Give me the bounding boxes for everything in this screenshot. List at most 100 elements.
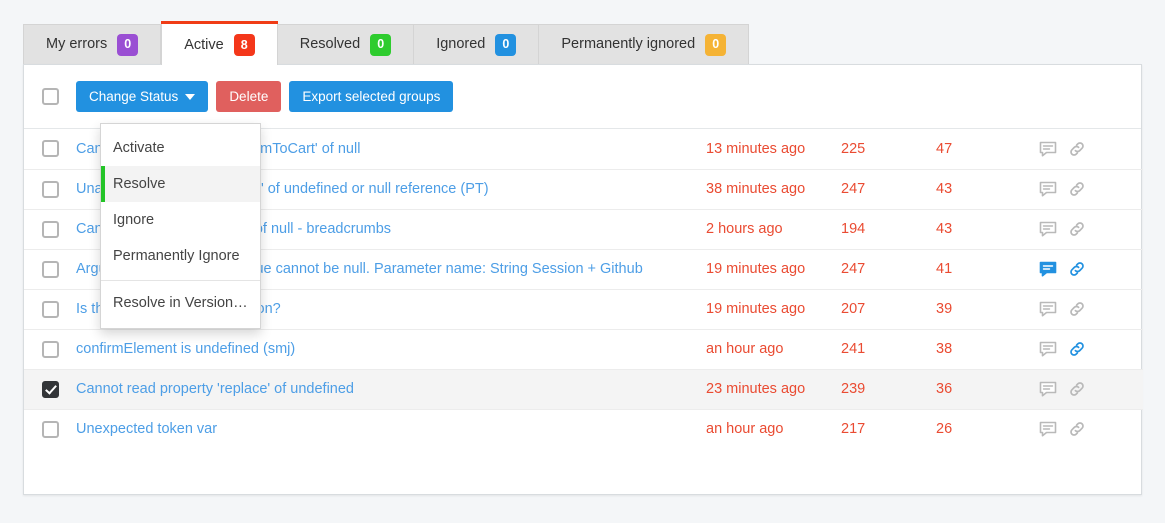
link-icon[interactable] [1068, 220, 1086, 238]
link-icon[interactable] [1068, 140, 1086, 158]
tab-active[interactable]: Active 8 [161, 21, 278, 65]
comment-icon[interactable] [1039, 260, 1057, 278]
row-actions-cell [1031, 129, 1143, 169]
change-status-label: Change Status [89, 89, 179, 104]
link-icon[interactable] [1068, 260, 1086, 278]
tab-count-badge: 0 [117, 33, 139, 56]
error-title-link[interactable]: Cannot read property 'replace' of undefi… [76, 381, 354, 397]
last-seen-cell: an hour ago [706, 328, 841, 369]
error-title-link[interactable]: Unexpected token var [76, 421, 217, 437]
last-seen-cell: 13 minutes ago [706, 140, 806, 157]
tab-ignored[interactable]: Ignored 0 [414, 24, 540, 64]
last-seen-cell: an hour ago [706, 408, 841, 449]
row-checkbox[interactable] [41, 260, 59, 278]
menu-item-label: Permanently Ignore [113, 248, 240, 264]
row-checkbox[interactable] [41, 300, 59, 318]
occurrences-cell: 207 [841, 288, 936, 329]
tab-label: Permanently ignored [561, 36, 696, 53]
link-icon[interactable] [1068, 420, 1086, 438]
menu-item-activate[interactable]: Activate [101, 130, 260, 166]
last-seen-cell: 38 minutes ago [706, 168, 841, 209]
menu-item-permanently-ignore[interactable]: Permanently Ignore [101, 238, 260, 274]
row-select-cell [24, 288, 76, 329]
row-checkbox[interactable] [41, 180, 59, 198]
last-seen-cell: 2 hours ago [706, 208, 841, 249]
tab-my-errors[interactable]: My errors 0 [23, 24, 162, 64]
row-actions-cell [1031, 328, 1143, 369]
table-row[interactable]: Unexpected token var an hour ago 217 26 [24, 408, 1143, 449]
row-select-cell [24, 208, 76, 249]
users-affected-cell: 43 [936, 208, 1031, 249]
menu-item-label: Ignore [113, 212, 155, 228]
row-actions-cell [1031, 168, 1143, 209]
tab-count-badge: 0 [705, 33, 727, 56]
comment-icon[interactable] [1039, 220, 1057, 238]
row-actions-cell [1031, 408, 1143, 449]
users-affected-cell: 41 [936, 248, 1031, 289]
tab-count-badge: 0 [495, 33, 517, 56]
users-affected-cell: 36 [936, 368, 1031, 409]
menu-item-ignore[interactable]: Ignore [101, 202, 260, 238]
row-actions-cell [1031, 208, 1143, 249]
change-status-dropdown-menu: Activate Resolve Ignore Permanently Ignore R… [100, 123, 261, 329]
occurrences-cell: 247 [841, 248, 936, 289]
users-affected-cell: 47 [936, 140, 953, 157]
row-select-cell [24, 248, 76, 289]
occurrences-cell: 225 [841, 140, 866, 157]
comment-icon[interactable] [1039, 420, 1057, 438]
row-checkbox[interactable] [41, 340, 59, 358]
comment-icon[interactable] [1039, 340, 1057, 358]
error-title-cell: Cannot read property 'replace' of undefi… [76, 368, 706, 409]
tab-count-badge: 8 [233, 34, 255, 56]
table-row[interactable]: Cannot read property 'replace' of undefi… [24, 368, 1143, 409]
menu-item-label: Resolve [113, 176, 166, 192]
error-groups-panel: Change Status Delete Export selected gro… [23, 64, 1143, 495]
tab-permanently-ignored[interactable]: Permanently ignored 0 [539, 24, 750, 64]
users-affected-cell: 38 [936, 328, 1031, 369]
link-icon[interactable] [1068, 380, 1086, 398]
delete-button[interactable]: Delete [216, 81, 282, 112]
error-status-tabs: My errors 0 Active 8 Resolved 0 Ignored 0 Perman… [23, 21, 750, 65]
row-checkbox[interactable] [41, 220, 59, 238]
row-actions-cell [1031, 288, 1143, 329]
tab-resolved[interactable]: Resolved 0 [277, 24, 415, 64]
comment-icon[interactable] [1039, 380, 1057, 398]
error-title-link[interactable]: confirmElement is undefined (smj) [76, 341, 295, 357]
row-select-cell [24, 368, 76, 409]
link-icon[interactable] [1068, 340, 1086, 358]
menu-item-label: Activate [113, 140, 165, 156]
row-select-cell [24, 408, 76, 449]
occurrences-cell: 194 [841, 208, 936, 249]
last-seen-cell: 19 minutes ago [706, 248, 841, 289]
comment-icon[interactable] [1039, 140, 1057, 158]
users-affected-cell: 39 [936, 288, 1031, 329]
row-actions-cell [1031, 248, 1143, 289]
comment-icon[interactable] [1039, 180, 1057, 198]
tab-label: Ignored [436, 36, 486, 53]
last-seen-cell: 23 minutes ago [706, 368, 841, 409]
change-status-button[interactable]: Change Status [76, 81, 209, 112]
export-selected-groups-button[interactable]: Export selected groups [289, 81, 454, 112]
last-seen-cell: 19 minutes ago [706, 288, 841, 329]
link-icon[interactable] [1068, 180, 1086, 198]
menu-item-resolve-in-version[interactable]: Resolve in Version… [101, 285, 260, 321]
occurrences-cell: 217 [841, 408, 936, 449]
table-row[interactable]: confirmElement is undefined (smj) an hour… [24, 328, 1143, 369]
users-affected-cell: 26 [936, 408, 1031, 449]
comment-icon[interactable] [1039, 300, 1057, 318]
link-icon[interactable] [1068, 300, 1086, 318]
bulk-actions-toolbar: Change Status Delete Export selected gro… [24, 65, 1141, 129]
error-title-cell: Unexpected token var [76, 408, 706, 449]
row-select-cell [24, 168, 76, 209]
row-checkbox[interactable] [41, 420, 59, 438]
row-select-cell [24, 328, 76, 369]
menu-item-resolve[interactable]: Resolve [101, 166, 260, 202]
tab-label: Active [184, 36, 224, 53]
select-all-checkbox[interactable] [41, 88, 59, 105]
occurrences-cell: 239 [841, 368, 936, 409]
select-all-cell [24, 88, 76, 105]
error-title-cell: confirmElement is undefined (smj) [76, 328, 706, 369]
tab-label: Resolved [299, 36, 361, 53]
row-checkbox[interactable] [41, 380, 59, 398]
row-checkbox[interactable] [41, 140, 59, 158]
